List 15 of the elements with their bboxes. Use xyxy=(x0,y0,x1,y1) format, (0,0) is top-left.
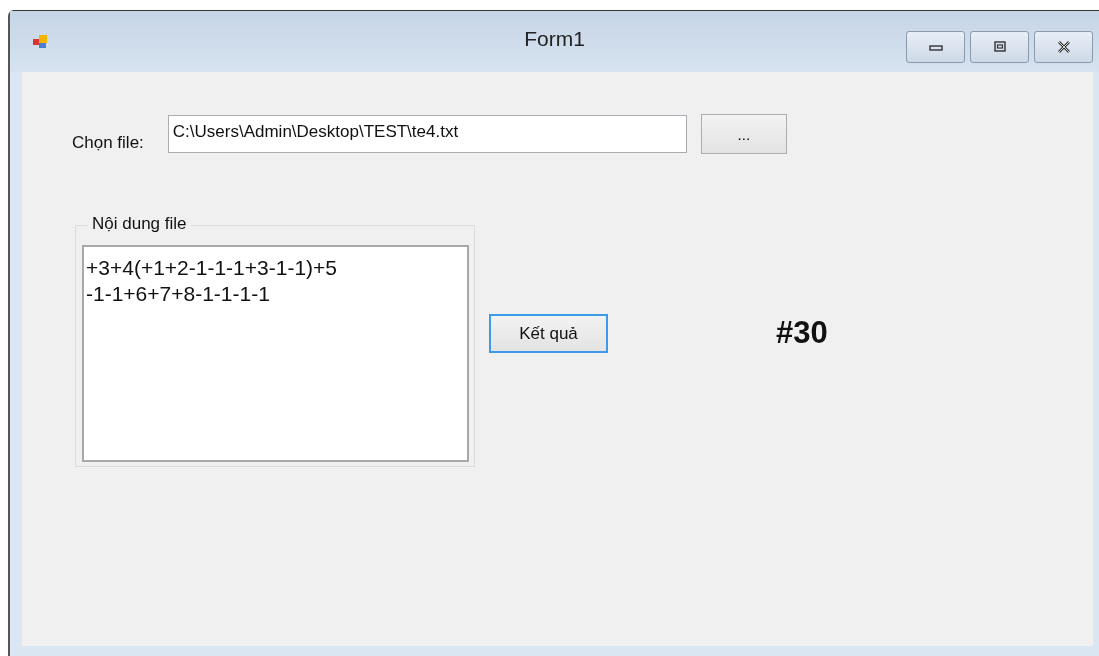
file-path-field[interactable]: C:\Users\Admin\Desktop\TEST\te4.txt xyxy=(167,115,687,153)
minimize-icon xyxy=(928,42,943,52)
group-legend: Nội dung file xyxy=(88,214,191,234)
restore-icon xyxy=(992,41,1007,53)
browse-button[interactable]: ... xyxy=(700,114,787,154)
result-text: #30 xyxy=(776,315,828,351)
field-label: Chọn file: xyxy=(72,133,144,153)
result-button[interactable]: Kết quả xyxy=(489,314,608,353)
close-icon xyxy=(1055,41,1072,53)
restore-button[interactable] xyxy=(970,31,1029,63)
close-button[interactable] xyxy=(1034,31,1093,63)
window-title: Form1 xyxy=(524,27,585,51)
file-content-field[interactable]: +3+4(+1+2-1-1-1+3-1-1)+5 -1-1+6+7+8-1-1-1-1 xyxy=(82,245,469,462)
app-icon xyxy=(32,33,48,50)
minimize-button[interactable] xyxy=(906,31,965,63)
